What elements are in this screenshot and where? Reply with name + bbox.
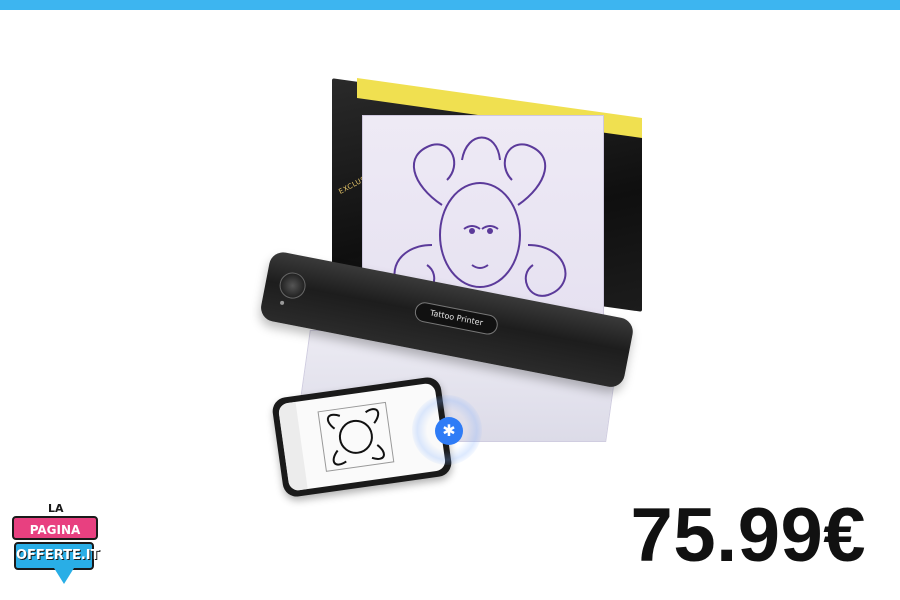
logo-speech-tail-icon	[54, 568, 74, 584]
phone-app-toolbar	[277, 401, 308, 492]
status-led-icon	[279, 300, 285, 306]
site-logo[interactable]: LA PAGINA DELLE OFFERTE.IT	[8, 500, 100, 600]
price-label: 75.99€	[630, 493, 866, 578]
logo-text-la: LA	[48, 502, 64, 515]
printer-label: Tattoo Printer	[413, 300, 500, 337]
product-image: EXCLUSIVE ENJOYMENT Tattoo Printer	[258, 77, 642, 500]
top-accent-bar	[0, 0, 900, 10]
logo-text-top: PAGINA DELLE	[12, 516, 98, 561]
phone-artwork-preview	[317, 401, 395, 472]
power-knob-icon	[277, 270, 308, 301]
logo-text-bottom: OFFERTE.IT	[14, 542, 100, 570]
bluetooth-icon: ✱	[435, 417, 463, 445]
